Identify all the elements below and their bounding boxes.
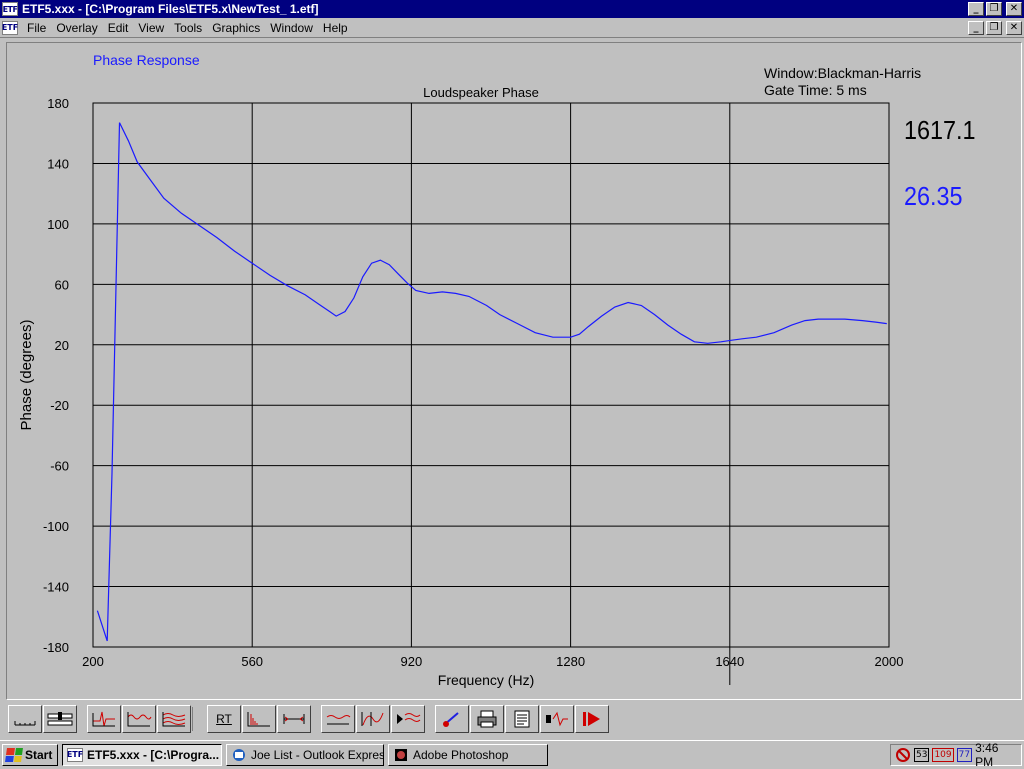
windows-logo-icon <box>5 747 23 762</box>
run-button[interactable] <box>575 705 609 733</box>
x-tick-label: 200 <box>82 654 104 669</box>
window-info: Window:Blackman-Harris <box>764 65 921 81</box>
menu-bar: ETF File Overlay Edit View Tools Graphic… <box>0 18 1024 38</box>
energy-icon <box>247 712 270 727</box>
bottom-toolbar: RT <box>8 704 609 734</box>
chart-title: Loudspeaker Phase <box>423 85 539 100</box>
phase-icon <box>361 712 384 726</box>
play-icon <box>583 712 600 726</box>
window-title: ETF5.xxx - [C:\Program Files\ETF5.x\NewT… <box>22 2 319 16</box>
slider-tool-button[interactable] <box>43 705 77 733</box>
y-tick-label: -20 <box>50 398 69 413</box>
y-tick-label: -180 <box>43 640 69 655</box>
cursor-phase-readout: 26.35 <box>904 181 963 211</box>
menu-edit[interactable]: Edit <box>103 21 134 35</box>
speaker-signal-icon <box>546 711 568 727</box>
system-tray: 53 109 77 3:46 PM <box>890 741 1022 769</box>
menu-help[interactable]: Help <box>318 21 353 35</box>
y-tick-label: 20 <box>55 338 69 353</box>
paint-icon <box>443 712 459 727</box>
task-outlook-label: Joe List - Outlook Express <box>251 747 384 762</box>
waterfall-tool-button[interactable] <box>157 705 191 733</box>
document-report-icon <box>514 710 530 728</box>
signal-tool-button[interactable] <box>540 705 574 733</box>
y-tick-label: 140 <box>47 156 69 171</box>
no-entry-icon[interactable] <box>895 748 911 762</box>
phase-tool-button[interactable] <box>356 705 390 733</box>
gate-icon <box>283 714 305 724</box>
tray-meter-3[interactable]: 77 <box>956 748 973 762</box>
slider-icon <box>47 712 73 726</box>
menu-window[interactable]: Window <box>265 21 318 35</box>
menu-overlay[interactable]: Overlay <box>51 21 102 35</box>
task-outlook[interactable]: Joe List - Outlook Express <box>226 743 384 766</box>
panel-label: Phase Response <box>93 52 200 68</box>
etf-app-icon: ETF <box>67 747 83 762</box>
rt-label: RT <box>216 712 232 726</box>
printer-icon <box>477 710 497 728</box>
gate-tool-button[interactable] <box>277 705 311 733</box>
impulse-icon <box>92 711 115 727</box>
compare-icon <box>397 713 421 724</box>
title-bar: ETF ETF5.xxx - [C:\Program Files\ETF5.x\… <box>0 0 1024 18</box>
task-photoshop-label: Adobe Photoshop <box>413 747 509 762</box>
plot-area <box>92 102 890 648</box>
baseline-tool-button[interactable] <box>8 705 42 733</box>
photoshop-icon <box>393 748 409 762</box>
start-label: Start <box>25 747 53 762</box>
tray-meter-1[interactable]: 53 <box>914 748 930 762</box>
print-button[interactable] <box>470 705 504 733</box>
task-etf5-label: ETF5.xxx - [C:\Progra... <box>87 747 220 762</box>
task-photoshop[interactable]: Adobe Photoshop <box>388 743 548 766</box>
y-tick-label: -60 <box>50 459 69 474</box>
window-controls: _ ❐ ✕ <box>968 2 1022 16</box>
y-tick-label: -140 <box>43 580 69 595</box>
document-window-controls: _ ❐ ✕ <box>968 21 1022 35</box>
impulse-tool-button[interactable] <box>87 705 121 733</box>
baseline-icon <box>14 721 36 726</box>
task-etf5[interactable]: ETF ETF5.xxx - [C:\Progra... <box>62 743 222 766</box>
spectrum-icon <box>326 715 351 725</box>
doc-restore-button[interactable]: ❐ <box>986 21 1002 35</box>
menu-graphics[interactable]: Graphics <box>207 21 265 35</box>
tray-meter-2[interactable]: 109 <box>932 748 954 762</box>
doc-close-button[interactable]: ✕ <box>1006 21 1022 35</box>
x-tick-label: 560 <box>241 654 263 669</box>
frequency-response-icon <box>127 712 152 727</box>
start-button[interactable]: Start <box>2 743 58 766</box>
y-tick-label: 100 <box>47 217 69 232</box>
chart-panel: 200 560 920 1280 1640 2000 180 140 100 60 20 -20 -60… <box>6 42 1022 700</box>
x-tick-label: 920 <box>401 654 423 669</box>
x-axis-label: Frequency (Hz) <box>438 672 534 688</box>
menu-view[interactable]: View <box>133 21 169 35</box>
cursor-frequency-readout: 1617.1 <box>904 115 976 145</box>
color-tool-button[interactable] <box>435 705 469 733</box>
menu-file[interactable]: File <box>22 21 51 35</box>
doc-minimize-button[interactable]: _ <box>968 21 984 35</box>
frequency-tool-button[interactable] <box>122 705 156 733</box>
x-tick-label: 2000 <box>875 654 904 669</box>
y-axis-label: Phase (degrees) <box>18 320 35 431</box>
app-icon[interactable]: ETF <box>2 2 18 16</box>
gate-info: Gate Time: 5 ms <box>764 82 867 98</box>
energy-tool-button[interactable] <box>242 705 276 733</box>
x-tick-label: 1280 <box>556 654 585 669</box>
outlook-express-icon <box>231 748 247 762</box>
restore-button[interactable]: ❐ <box>986 2 1002 16</box>
clock[interactable]: 3:46 PM <box>975 741 1015 769</box>
y-tick-label: 60 <box>55 277 69 292</box>
spectrum-tool-button[interactable] <box>321 705 355 733</box>
report-button[interactable] <box>505 705 539 733</box>
phase-chart[interactable]: 200 560 920 1280 1640 20001801401006020-20-60… <box>7 43 1021 699</box>
rt-tool-button[interactable]: RT <box>207 705 241 733</box>
y-tick-label: -100 <box>43 519 69 534</box>
menu-tools[interactable]: Tools <box>169 21 207 35</box>
waterfall-icon <box>162 712 186 727</box>
close-button[interactable]: ✕ <box>1006 2 1022 16</box>
taskbar: Start ETF ETF5.xxx - [C:\Progra... Joe L… <box>0 740 1024 769</box>
minimize-button[interactable]: _ <box>968 2 984 16</box>
y-tick-label: 180 <box>47 96 69 111</box>
document-icon[interactable]: ETF <box>2 20 18 35</box>
compare-tool-button[interactable] <box>391 705 425 733</box>
